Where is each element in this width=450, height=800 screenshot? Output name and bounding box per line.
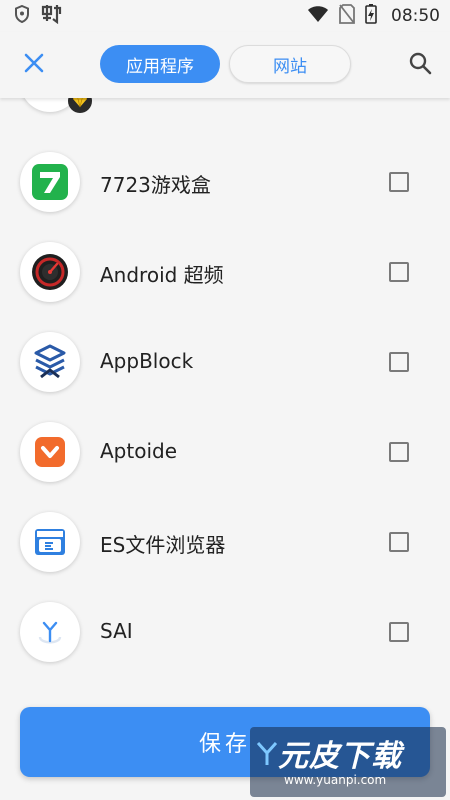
watermark-url: www.yuanpi.com [284,773,387,787]
app-name: 7723游戏盒 [100,173,211,197]
app-checkbox[interactable] [389,262,409,282]
list-item[interactable]: AppBlock [0,318,450,408]
app-checkbox[interactable] [389,442,409,462]
tab-websites[interactable]: 网站 [229,45,351,83]
app-name: SAI [100,619,133,643]
app-checkbox[interactable] [389,532,409,552]
close-icon [23,52,45,78]
aptoide-icon [20,422,80,482]
no-sim-icon [339,4,355,28]
android-overclock-icon [20,242,80,302]
app-notification-icon [40,4,62,28]
list-item[interactable]: Android 超频 [0,228,450,318]
watermark: 元皮下载 www.yuanpi.com [250,727,446,797]
appblock-icon [20,332,80,392]
search-button[interactable] [404,49,436,81]
top-toolbar: 应用程序 网站 [0,32,450,98]
app-name: Android 超频 [100,263,224,287]
list-item[interactable]: Aptoide [0,408,450,498]
app-checkbox[interactable] [389,172,409,192]
battery-charging-icon [365,4,377,28]
es-file-explorer-icon [20,512,80,572]
tab-apps[interactable]: 应用程序 [100,45,220,83]
sai-icon [20,602,80,662]
app-checkbox[interactable] [389,622,409,642]
list-item[interactable]: 7723游戏盒 [0,138,450,228]
shield-status-icon [14,4,30,27]
watermark-logo-icon [256,741,278,771]
wifi-icon [307,5,329,27]
search-icon [408,51,432,79]
watermark-title: 元皮下载 [278,739,402,774]
status-bar-left [14,4,62,28]
app-name: Aptoide [100,439,178,463]
status-bar: 08:50 [0,0,450,32]
7723-game-box-icon [20,152,80,212]
list-item[interactable]: SAI [0,588,450,678]
status-time: 08:50 [391,6,440,26]
close-button[interactable] [18,49,50,81]
list-item[interactable]: ES文件浏览器 [0,498,450,588]
status-bar-right: 08:50 [307,4,440,28]
app-checkbox[interactable] [389,352,409,372]
app-name: ES文件浏览器 [100,533,226,557]
app-list[interactable]: apps 7723游戏盒 Android 超频 [0,98,450,800]
app-name: AppBlock [100,349,194,373]
